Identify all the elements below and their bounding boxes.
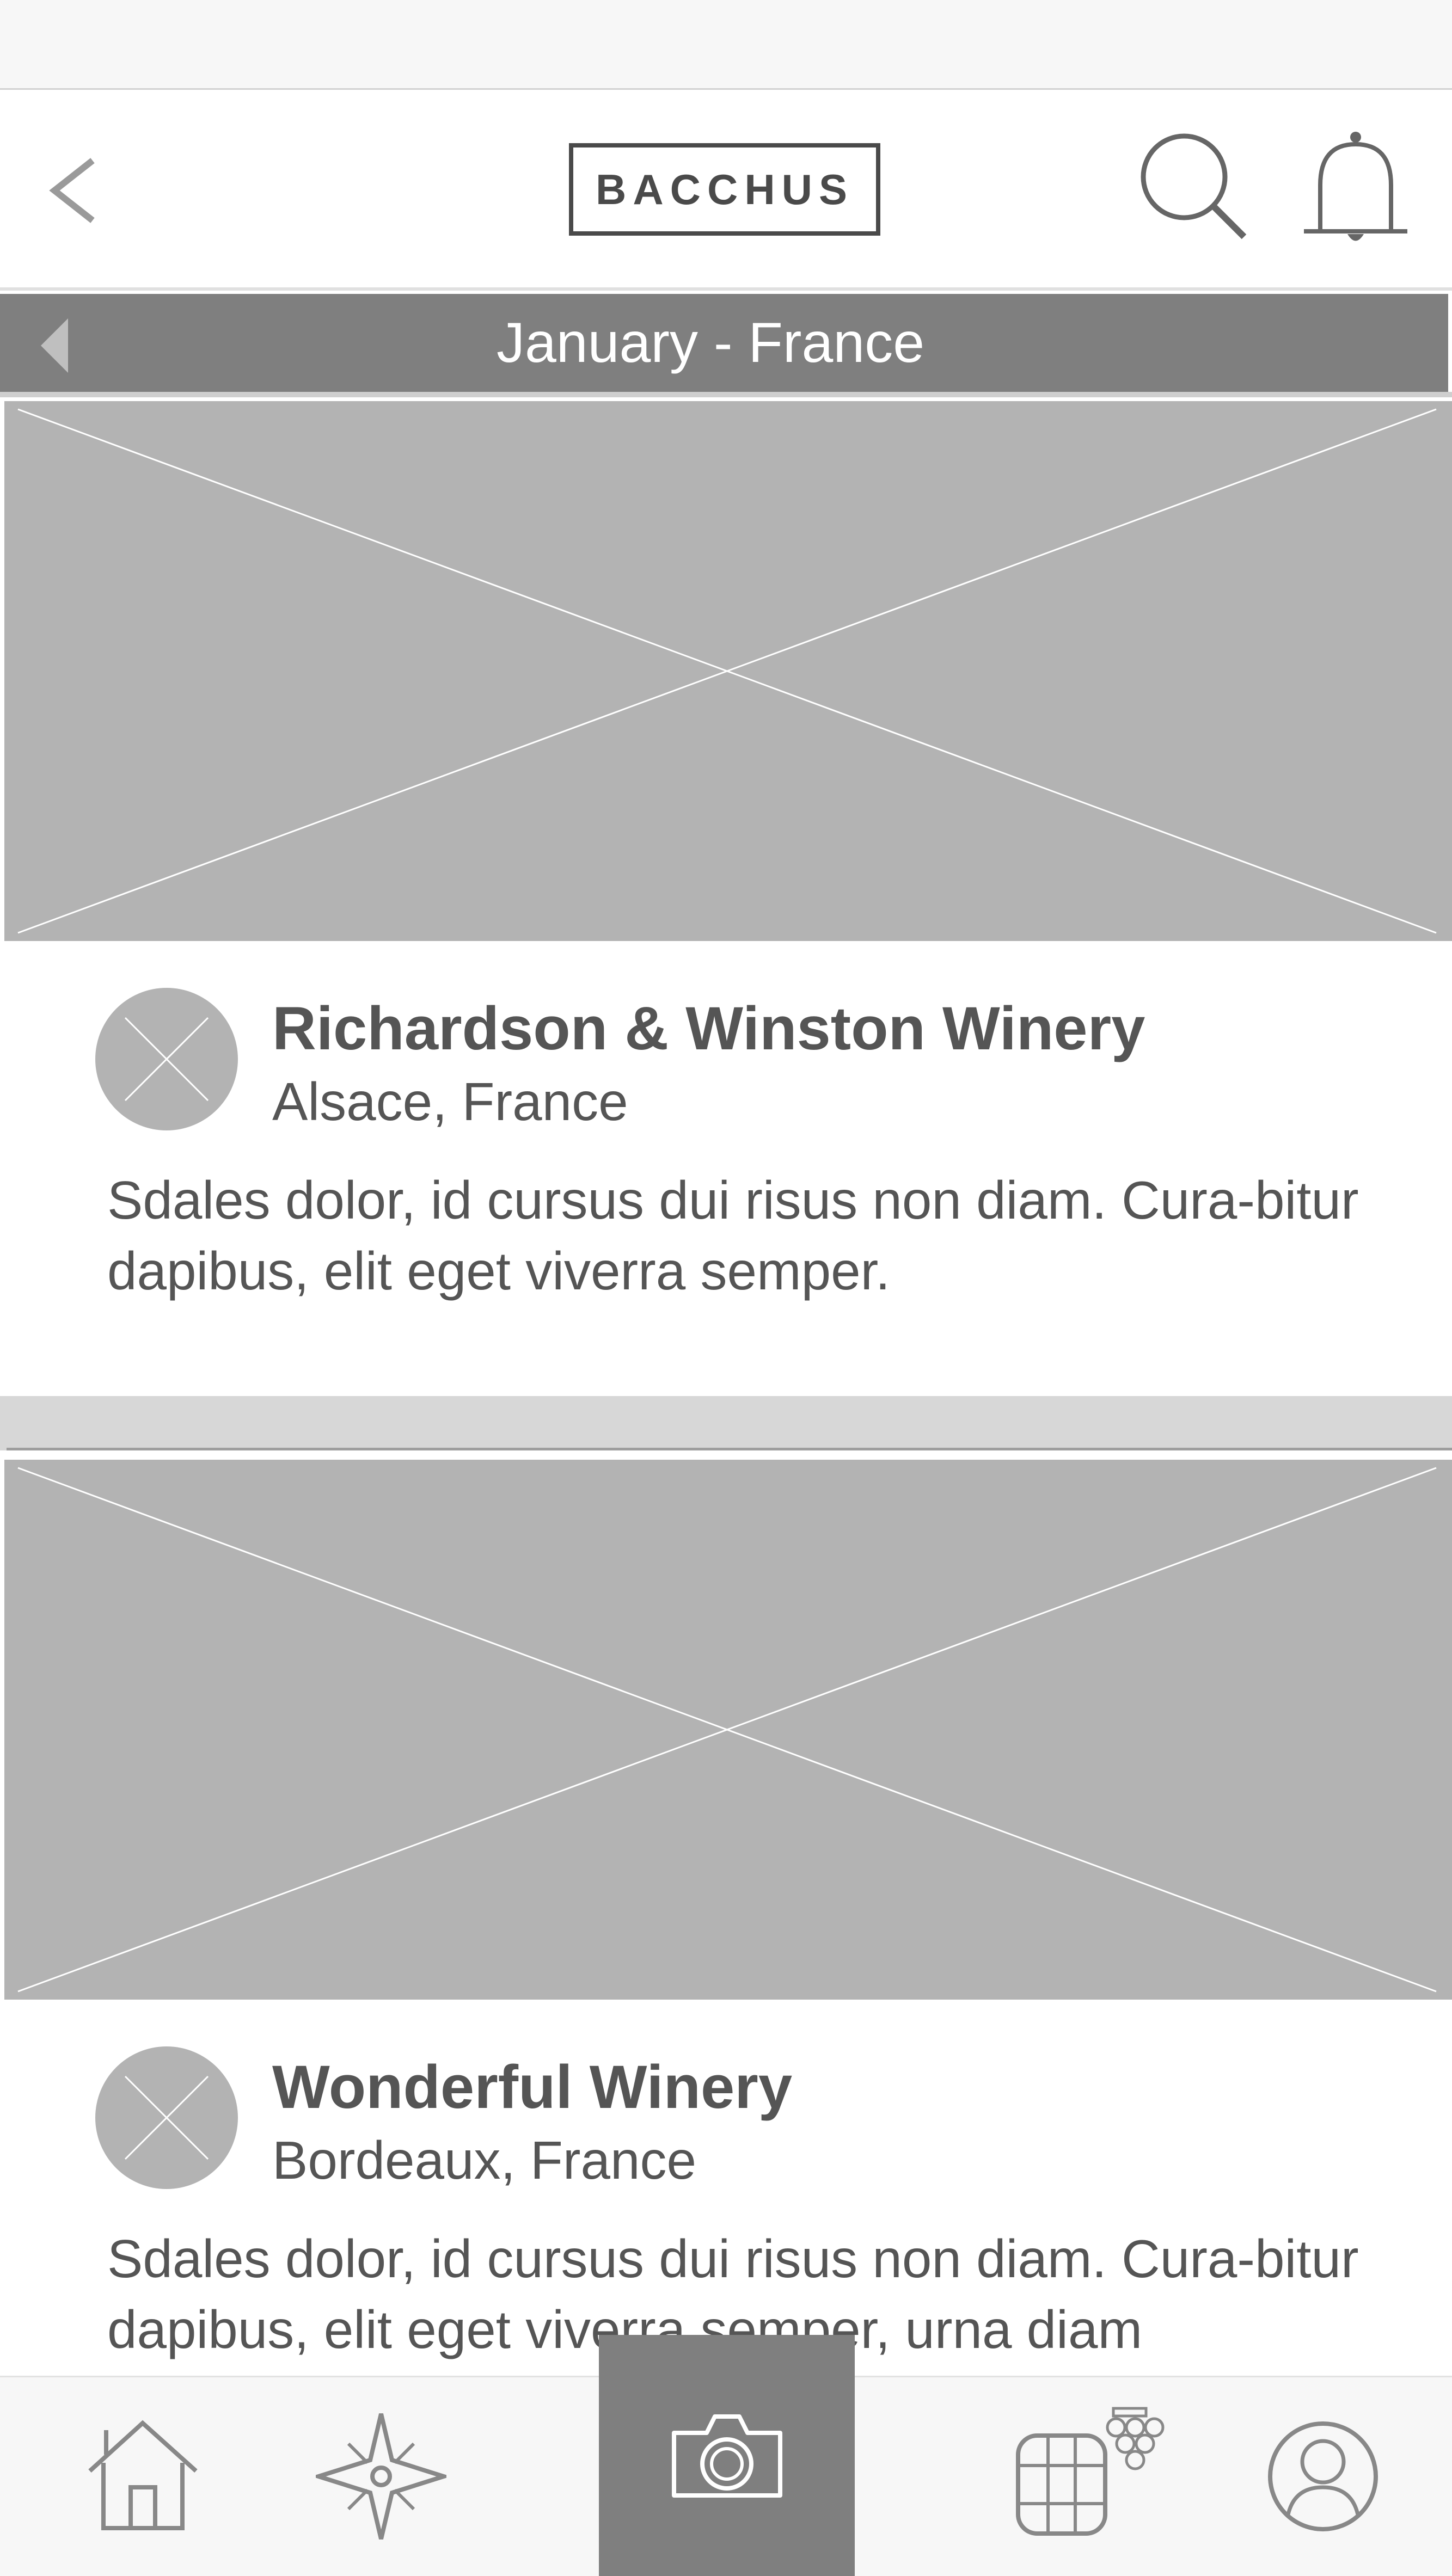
winery-avatar[interactable] <box>95 2046 238 2189</box>
post-description: Sdales dolor, id cursus dui risus non di… <box>107 1170 1359 1301</box>
camera-icon[interactable] <box>669 2411 786 2501</box>
status-bar <box>0 0 1452 90</box>
search-icon[interactable] <box>1135 128 1249 242</box>
header-divider <box>0 287 1452 291</box>
home-icon[interactable] <box>84 2417 201 2534</box>
profile-icon[interactable] <box>1266 2419 1380 2534</box>
post-image-placeholder[interactable] <box>4 1460 1452 2000</box>
winery-avatar[interactable] <box>95 988 238 1130</box>
bell-icon[interactable] <box>1298 125 1413 250</box>
winery-name[interactable]: Wonderful Winery <box>272 2052 792 2122</box>
post-separator <box>0 1396 1452 1450</box>
winery-name[interactable]: Richardson & Winston Winery <box>272 993 1145 1063</box>
winery-location: Alsace, France <box>272 1072 628 1132</box>
barrel-grapes-icon[interactable] <box>1010 2406 1168 2536</box>
bacchus-logo: BACCHUS <box>569 143 880 236</box>
back-chevron-icon[interactable] <box>44 152 103 229</box>
winery-location: Bordeaux, France <box>272 2130 696 2190</box>
month-bar-shadow <box>0 392 1452 397</box>
post-image-placeholder[interactable] <box>4 401 1452 941</box>
separator-line <box>7 1448 1452 1450</box>
compass-icon[interactable] <box>316 2411 446 2542</box>
month-title: January - France <box>496 311 925 374</box>
